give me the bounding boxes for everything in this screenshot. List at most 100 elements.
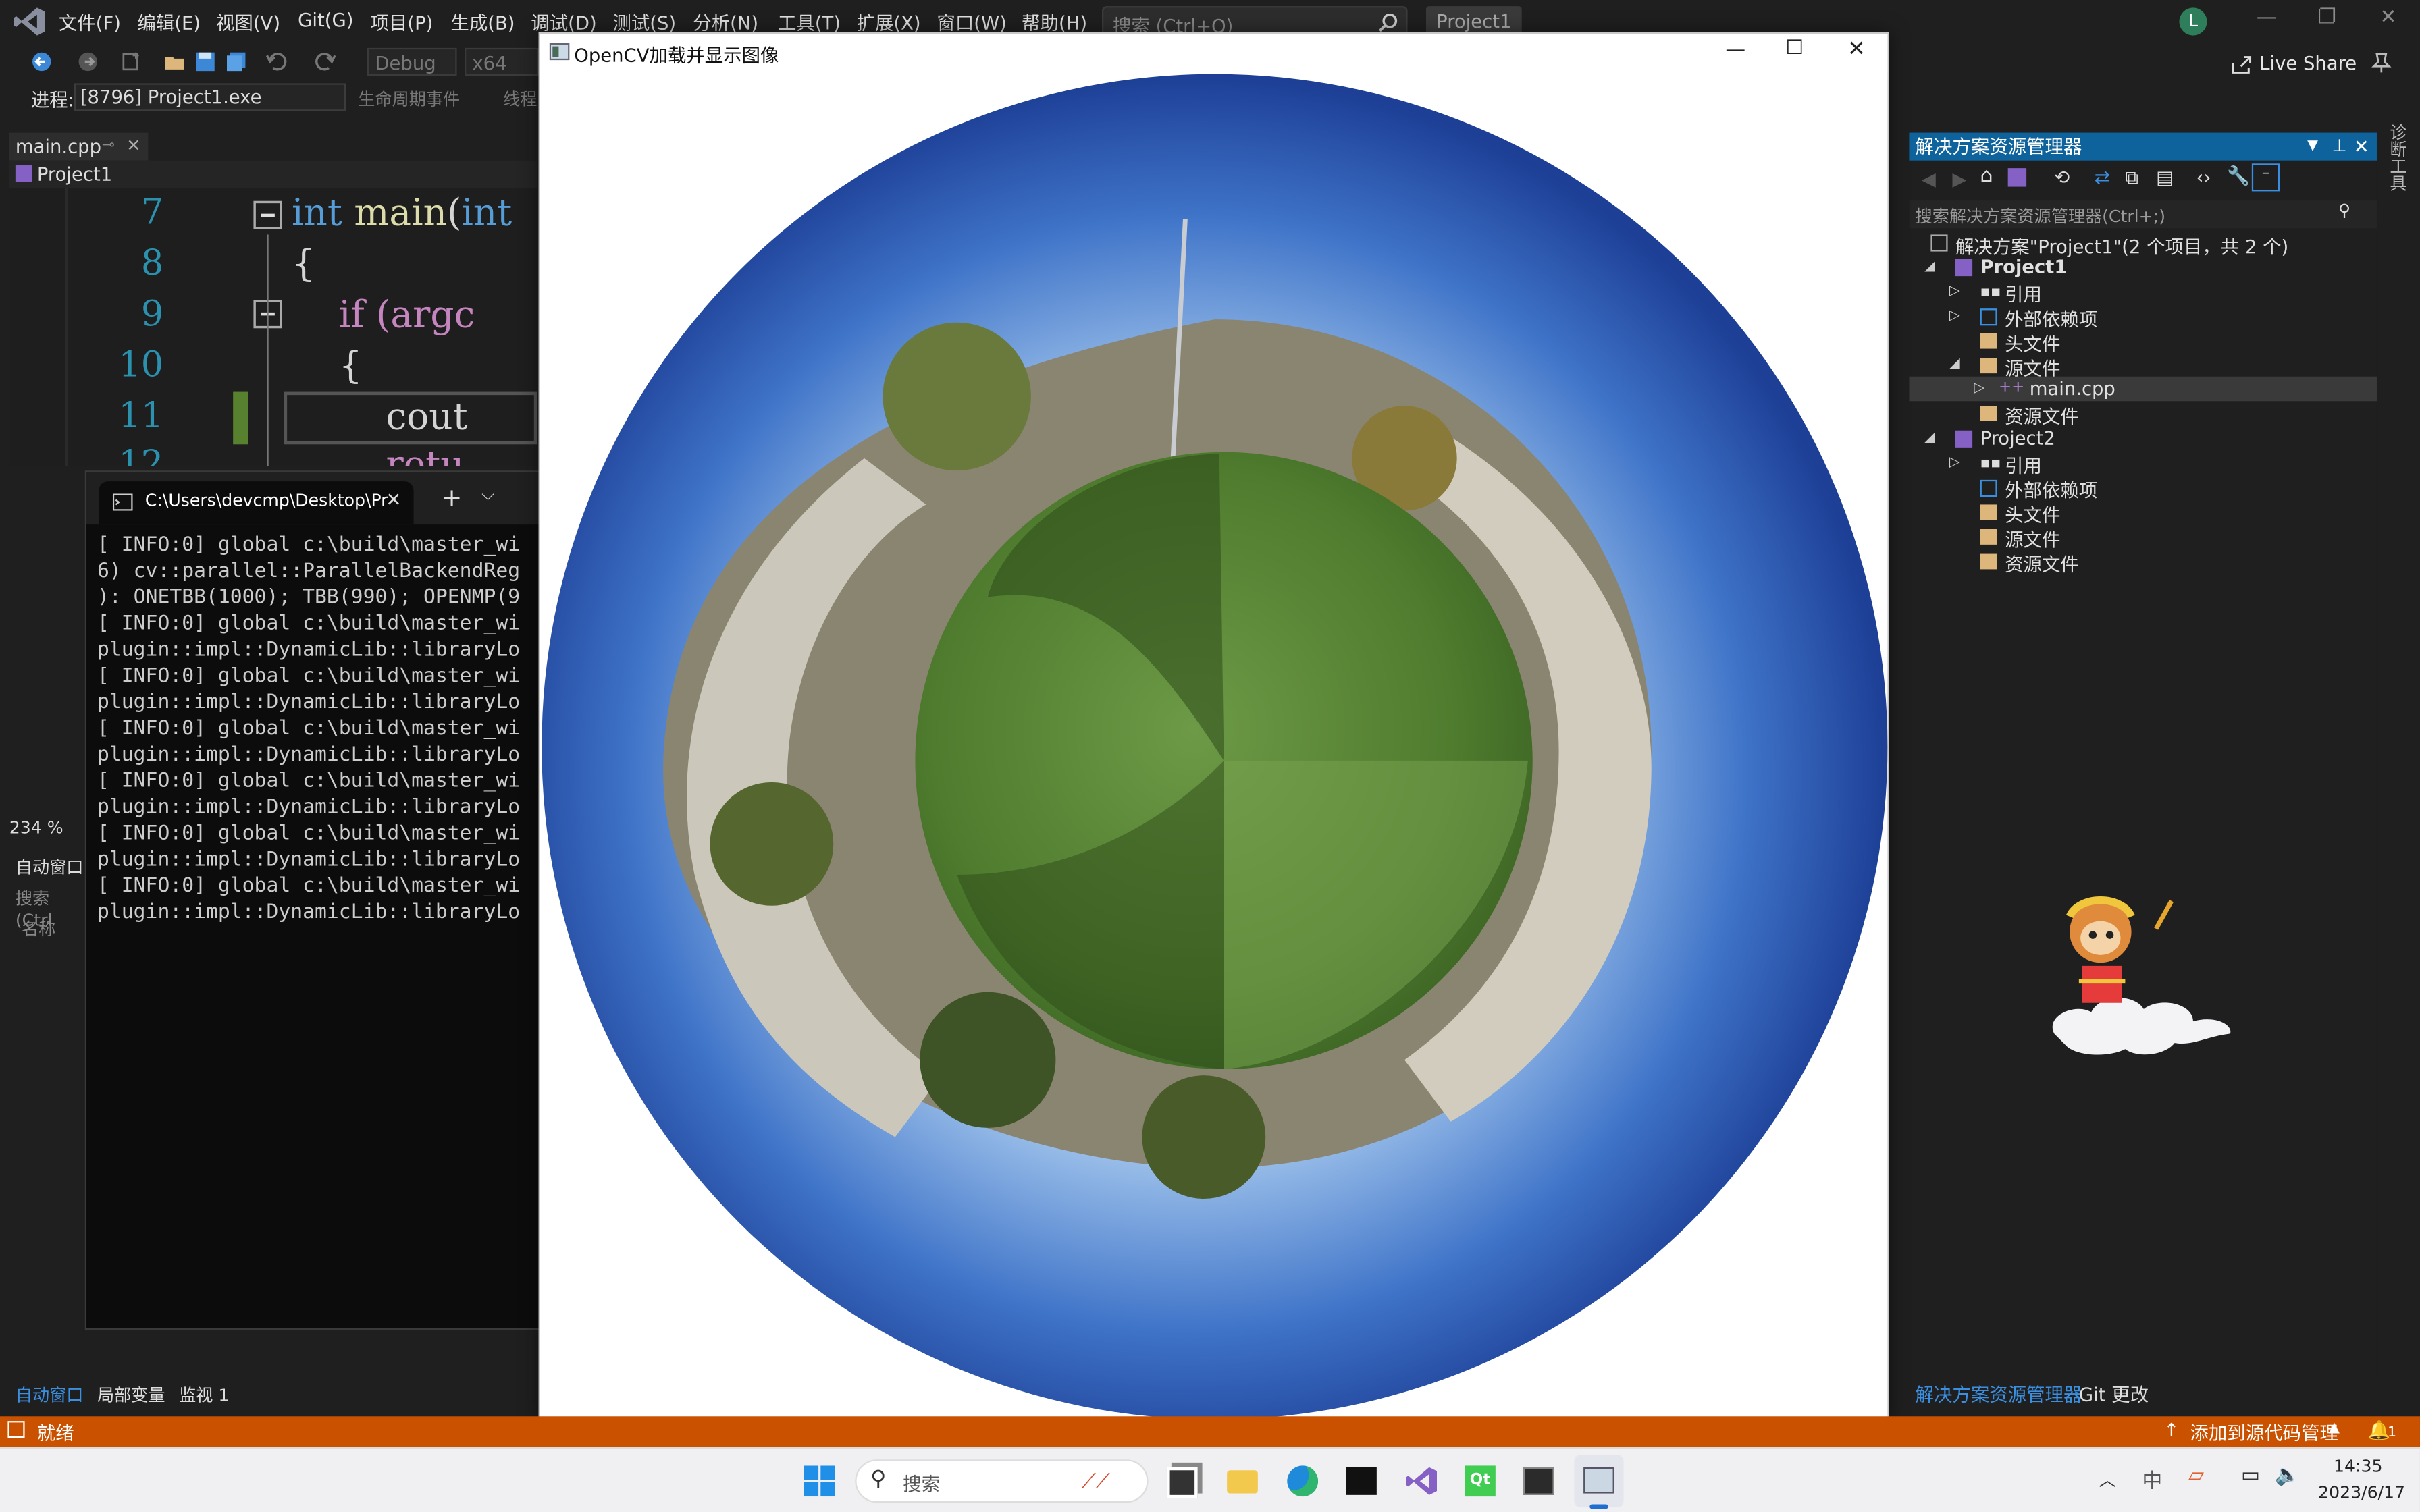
chevron-up-icon[interactable]: ︿ <box>2099 1467 2116 1492</box>
forward-icon[interactable]: ▶ <box>1952 168 1966 190</box>
maximize-icon[interactable]: ☐ <box>1786 37 1804 60</box>
expand-arrow-icon[interactable]: ◢ <box>1924 431 1935 446</box>
tab-main-cpp[interactable]: main.cpp ⊸ ✕ <box>9 132 149 161</box>
preview-icon[interactable]: – <box>2251 163 2280 192</box>
tab-git-changes[interactable]: Git 更改 <box>2079 1381 2149 1407</box>
forward-icon[interactable] <box>77 51 99 72</box>
tree-solution-root[interactable]: 解决方案"Project1"(2 个项目，共 2 个) <box>1955 233 2288 259</box>
volume-icon[interactable]: 🔈 <box>2275 1464 2300 1487</box>
tree-item[interactable]: 头文件 <box>2005 502 2060 528</box>
live-share-button[interactable]: Live Share <box>2259 53 2357 74</box>
tree-item-main-cpp[interactable]: main.cpp <box>2030 378 2115 400</box>
back-icon[interactable]: ◀ <box>1922 168 1936 190</box>
windows-start-icon[interactable] <box>804 1465 835 1497</box>
tree-item[interactable]: 外部依赖项 <box>2005 477 2097 503</box>
menu-window[interactable]: 窗口(W) <box>937 9 1006 36</box>
tree-project1[interactable]: Project1 <box>1980 256 2068 277</box>
add-to-source-control-button[interactable]: 添加到源代码管理 <box>2190 1420 2338 1446</box>
menu-git[interactable]: Git(G) <box>298 9 353 31</box>
tree-item[interactable]: 引用 <box>2005 452 2042 479</box>
ime-icon[interactable]: 中 <box>2142 1464 2163 1493</box>
collapse-icon[interactable] <box>253 200 284 232</box>
process-dropdown[interactable]: [8796] Project1.exe <box>74 83 346 111</box>
opencv-image-window[interactable]: OpenCV加载并显示图像 — ☐ ✕ <box>538 32 1889 1423</box>
expand-arrow-icon[interactable]: ◢ <box>1924 259 1935 275</box>
diagnostic-tools-side-tab[interactable]: 诊断工具 <box>2384 124 2409 216</box>
dropdown-arrow-icon[interactable]: ▼ <box>2307 133 2318 161</box>
pin-icon[interactable]: ⊸ <box>102 133 115 161</box>
menu-build[interactable]: 生成(B) <box>450 9 515 36</box>
minimize-icon[interactable]: — <box>1725 38 1745 61</box>
minimize-icon[interactable]: — <box>2257 6 2277 29</box>
expand-arrow-icon[interactable]: ◢ <box>1949 356 1960 372</box>
pin-icon[interactable]: ⊥ <box>2332 133 2347 161</box>
menu-file[interactable]: 文件(F) <box>59 9 121 36</box>
nav-project-dropdown[interactable]: Project1 <box>37 163 112 185</box>
close-icon[interactable]: ✕ <box>1847 37 1866 62</box>
save-all-icon[interactable] <box>226 51 247 72</box>
console-app-icon[interactable] <box>1523 1467 1554 1495</box>
tree-item[interactable]: 头文件 <box>2005 330 2060 356</box>
avatar[interactable]: L <box>2179 7 2207 36</box>
tree-item[interactable]: 引用 <box>2005 281 2042 307</box>
show-all-files-icon[interactable]: ▤ <box>2156 167 2174 188</box>
tray-app-icon[interactable]: ▱ <box>2188 1464 2204 1487</box>
terminal-app-icon[interactable] <box>1346 1467 1377 1495</box>
close-icon[interactable]: ✕ <box>2380 6 2397 29</box>
chevron-down-icon[interactable]: ⌵ <box>481 485 494 506</box>
menu-extensions[interactable]: 扩展(X) <box>857 9 921 36</box>
menu-test[interactable]: 测试(S) <box>612 9 676 36</box>
tab-locals[interactable]: 局部变量 <box>97 1382 165 1407</box>
tree-project2[interactable]: Project2 <box>1980 427 2055 449</box>
taskbar-search-box[interactable]: ⚲ 搜索 ⟋⟋ <box>855 1459 1149 1503</box>
tab-solution-explorer[interactable]: 解决方案资源管理器 <box>1916 1381 2082 1407</box>
opencv-app-icon[interactable] <box>1583 1467 1614 1494</box>
edge-browser-icon[interactable] <box>1287 1465 1318 1497</box>
new-project-icon[interactable] <box>120 51 142 72</box>
restore-icon[interactable]: ❐ <box>2318 6 2336 29</box>
undo-icon[interactable] <box>265 51 287 72</box>
qt-creator-icon[interactable]: Qt <box>1465 1465 1496 1497</box>
back-icon[interactable] <box>31 51 53 72</box>
home-icon[interactable]: ⌂ <box>1980 165 1993 188</box>
tree-item[interactable]: 外部依赖项 <box>2005 306 2097 332</box>
menu-project[interactable]: 项目(P) <box>371 9 433 36</box>
clock-time[interactable]: 14:35 <box>2334 1457 2382 1477</box>
redo-icon[interactable] <box>315 51 336 72</box>
menu-view[interactable]: 视图(V) <box>216 9 280 36</box>
code-editor[interactable]: 7 8 9 10 11 12 int main(int { if (argc {… <box>9 188 537 466</box>
config-dropdown[interactable]: Debug <box>367 47 457 76</box>
code-view-icon[interactable]: ‹› <box>2197 167 2211 188</box>
file-explorer-icon[interactable] <box>1227 1470 1258 1494</box>
clock-date[interactable]: 2023/6/17 <box>2318 1483 2405 1503</box>
open-file-icon[interactable] <box>163 51 185 72</box>
history-icon[interactable]: ⟲ <box>2054 167 2070 188</box>
zoom-level-dropdown[interactable]: 234 % <box>9 817 84 839</box>
chevron-up-icon[interactable]: ▲ <box>2329 1421 2340 1436</box>
properties-icon[interactable]: 🔧 <box>2227 165 2250 187</box>
network-icon[interactable]: ▭ <box>2241 1464 2260 1487</box>
menu-edit[interactable]: 编辑(E) <box>137 9 201 36</box>
save-icon[interactable] <box>194 51 216 72</box>
pin-feedback-icon[interactable] <box>2371 53 2392 74</box>
search-icon[interactable]: ⚲ <box>2338 200 2350 221</box>
switch-views-icon[interactable] <box>2007 168 2027 187</box>
close-tab-icon[interactable]: ✕ <box>126 133 140 161</box>
tree-item[interactable]: 资源文件 <box>2005 551 2079 577</box>
sync-icon[interactable]: ⇄ <box>2095 167 2110 188</box>
collapse-all-icon[interactable]: ⧉ <box>2125 167 2138 190</box>
menu-tools[interactable]: 工具(T) <box>778 9 841 36</box>
solution-search-input[interactable]: 搜索解决方案资源管理器(Ctrl+;) ⚲ <box>1909 200 2377 229</box>
close-icon[interactable]: ✕ <box>2354 133 2369 161</box>
collapse-arrow-icon[interactable]: ▷ <box>1949 455 1960 470</box>
tab-watch-1[interactable]: 监视 1 <box>179 1382 229 1407</box>
menu-help[interactable]: 帮助(H) <box>1022 9 1087 36</box>
tree-item[interactable]: 资源文件 <box>2005 403 2079 429</box>
terminal-tab[interactable]: C:\Users\devcmp\Desktop\Pr ✕ <box>99 481 414 525</box>
collapse-arrow-icon[interactable]: ▷ <box>1974 381 1984 397</box>
menu-debug[interactable]: 调试(D) <box>531 9 596 36</box>
lifecycle-events-button[interactable]: 生命周期事件 <box>358 86 460 111</box>
menu-analyze[interactable]: 分析(N) <box>693 9 758 36</box>
tab-autos[interactable]: 自动窗口 <box>16 1382 84 1407</box>
visual-studio-taskbar-icon[interactable] <box>1404 1464 1438 1498</box>
